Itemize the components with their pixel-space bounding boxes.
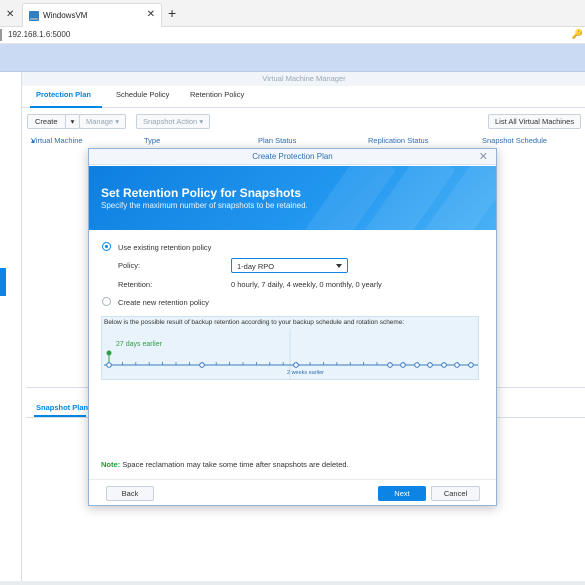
- note-body: Space reclamation may take some time aft…: [120, 460, 349, 469]
- dialog-title: Create Protection Plan: [89, 149, 496, 165]
- snapshot-action-button[interactable]: Snapshot Action ▾: [136, 114, 211, 129]
- column-virtual-machine-label: Virtual Machine: [31, 136, 83, 145]
- url-text: 192.168.1.6:5000: [8, 30, 71, 39]
- browser-tab-bar: ✕ WindowsVM ✕ +: [0, 0, 585, 27]
- close-tab-icon[interactable]: ✕: [147, 9, 155, 20]
- close-icon[interactable]: ✕: [6, 9, 14, 20]
- column-type[interactable]: Type: [144, 136, 160, 145]
- address-bar-edge: [0, 29, 2, 41]
- hero-title: Set Retention Policy for Snapshots: [101, 186, 302, 200]
- option-existing-label[interactable]: Use existing retention policy: [118, 243, 211, 252]
- page-bottom-bar: [0, 581, 585, 585]
- snapshot-action-label: Snapshot Action: [143, 117, 198, 126]
- create-button-label: Create: [35, 117, 58, 126]
- timeline-marker-label: 27 days earlier: [116, 341, 163, 348]
- manage-button-label: Manage: [86, 117, 114, 126]
- tab-retention-policy[interactable]: Retention Policy: [190, 90, 244, 99]
- timeline-snapshot-node: [454, 362, 460, 368]
- chevron-down-icon: [336, 264, 342, 268]
- timeline-snapshot-node: [106, 362, 112, 368]
- radio-new-policy[interactable]: [102, 297, 111, 306]
- caret-down-icon: ▾: [199, 117, 204, 126]
- timeline-mid-label: 2 weeks earlier: [287, 370, 324, 376]
- caret-down-icon[interactable]: ▾: [64, 115, 74, 128]
- dialog-hero: Set Retention Policy for Snapshots Speci…: [89, 166, 496, 230]
- cancel-button[interactable]: Cancel: [431, 486, 480, 501]
- active-tab-indicator: [30, 106, 102, 108]
- back-button[interactable]: Back: [106, 486, 154, 501]
- timeline-snapshot-node: [441, 362, 447, 368]
- column-snapshot-schedule[interactable]: Snapshot Schedule: [482, 136, 547, 145]
- timeline-marker-dot: [106, 350, 112, 356]
- timeline-snapshot-node: [414, 362, 420, 368]
- caret-down-icon: ▾: [115, 117, 119, 126]
- tab-protection-plan[interactable]: Protection Plan: [36, 90, 91, 99]
- create-protection-plan-dialog: Create Protection Plan ✕ Set Retention P…: [88, 148, 497, 506]
- sort-asc-icon: ▴: [31, 136, 35, 145]
- tab-schedule-policy[interactable]: Schedule Policy: [116, 90, 169, 99]
- policy-select-value: 1-day RPO: [237, 262, 275, 271]
- new-tab-icon[interactable]: +: [168, 5, 176, 21]
- timeline-snapshot-node: [387, 362, 393, 368]
- grid-header: Virtual Machine ▴ Type Plan Status Repli…: [28, 136, 585, 148]
- create-button[interactable]: Create ▾: [27, 114, 81, 129]
- browser-tab[interactable]: WindowsVM ✕: [22, 3, 162, 27]
- column-plan-status[interactable]: Plan Status: [258, 136, 296, 145]
- left-accent-handle[interactable]: [0, 268, 6, 296]
- dialog-footer-divider: [89, 479, 496, 480]
- timeline-snapshot-node: [427, 362, 433, 368]
- timeline-snapshot-node: [293, 362, 299, 368]
- column-replication-status[interactable]: Replication Status: [368, 136, 428, 145]
- vm-favicon-icon: [29, 11, 39, 21]
- radio-existing-policy[interactable]: [102, 242, 111, 251]
- list-all-vms-button[interactable]: List All Virtual Machines: [488, 114, 582, 129]
- dsm-banner: [0, 44, 585, 72]
- address-bar[interactable]: 192.168.1.6:5000 🔑: [0, 27, 585, 44]
- timeline-snapshot-node: [199, 362, 205, 368]
- retention-value: 0 hourly, 7 daily, 4 weekly, 0 monthly, …: [231, 280, 382, 289]
- policy-select[interactable]: 1-day RPO: [231, 258, 348, 273]
- retention-label: Retention:: [118, 280, 153, 289]
- manage-button[interactable]: Manage ▾: [79, 114, 126, 129]
- retention-timeline: Below is the possible result of backup r…: [101, 316, 479, 380]
- key-icon[interactable]: 🔑: [572, 29, 583, 40]
- option-new-label[interactable]: Create new retention policy: [118, 298, 209, 307]
- policy-label: Policy:: [118, 261, 141, 270]
- note-label: Note:: [101, 460, 121, 469]
- note-text: Note: Space reclamation may take some ti…: [101, 460, 349, 469]
- timeline-snapshot-node: [400, 362, 406, 368]
- app-title: Virtual Machine Manager: [22, 72, 585, 86]
- tab-divider: [22, 107, 585, 108]
- timeline-graphic: 27 days earlier 2 weeks earlier: [104, 329, 478, 379]
- browser-tab-title: WindowsVM: [43, 11, 88, 20]
- tab-snapshot-plan[interactable]: Snapshot Plan: [36, 403, 88, 412]
- hero-subtitle: Specify the maximum number of snapshots …: [101, 201, 308, 210]
- timeline-snapshot-node: [468, 362, 474, 368]
- close-icon[interactable]: ✕: [479, 151, 488, 163]
- next-button[interactable]: Next: [378, 486, 426, 501]
